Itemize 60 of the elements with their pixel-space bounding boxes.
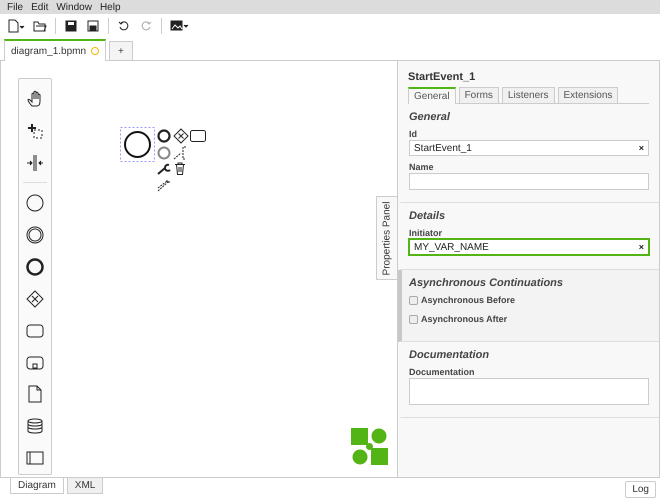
clear-button[interactable]: × xyxy=(638,242,644,252)
clear-button[interactable]: × xyxy=(638,143,644,153)
section-title: Details xyxy=(409,210,446,222)
task-icon[interactable] xyxy=(190,130,206,142)
menu-item[interactable]: Window xyxy=(52,2,96,12)
menu-item[interactable]: File xyxy=(3,2,28,12)
field-label: Documentation xyxy=(409,367,476,377)
checkbox[interactable] xyxy=(409,296,418,304)
space-tool-icon xyxy=(26,154,44,172)
double-circle-icon xyxy=(26,226,44,244)
checkbox-label[interactable]: Asynchronous After xyxy=(409,314,649,324)
undo-icon xyxy=(117,19,131,33)
pool-icon xyxy=(26,449,44,468)
unsaved-dot-icon xyxy=(91,47,100,55)
rounded-rectangle-icon xyxy=(26,322,44,340)
wrench-icon[interactable] xyxy=(157,163,171,175)
properties-tab[interactable]: Forms xyxy=(458,87,499,103)
text-field[interactable]: MY_VAR_NAME × xyxy=(409,239,649,255)
thick-circle-icon xyxy=(26,258,44,276)
selected-start-event[interactable] xyxy=(120,127,156,163)
database-icon xyxy=(26,417,44,436)
diamond-icon xyxy=(26,290,44,308)
log-button[interactable]: Log xyxy=(625,481,656,498)
gateway-icon[interactable] xyxy=(173,128,189,144)
properties-tab[interactable]: General xyxy=(408,87,456,104)
view-tab[interactable]: Diagram xyxy=(10,478,64,494)
menu-item[interactable]: Edit xyxy=(27,2,52,12)
bpmn-logo xyxy=(351,428,388,465)
section-title: General xyxy=(409,111,452,123)
field-label: Initiator xyxy=(409,228,443,238)
view-tab[interactable]: XML xyxy=(66,478,104,494)
diagram-canvas[interactable]: Properties Panel xyxy=(0,61,397,477)
circle-icon xyxy=(26,194,44,212)
save-icon xyxy=(64,19,78,33)
new-file-icon xyxy=(7,19,25,33)
trash-icon[interactable] xyxy=(174,162,186,175)
properties-tab[interactable]: Extensions xyxy=(558,87,618,103)
element-title: StartEvent_1 xyxy=(408,71,476,83)
field-label: Id xyxy=(409,129,418,139)
field-label: Name xyxy=(409,162,435,172)
annotation-icon[interactable] xyxy=(173,146,187,160)
text-field[interactable]: StartEvent_1 × xyxy=(409,140,649,156)
connect-arrow-icon[interactable] xyxy=(157,178,171,192)
file-tab[interactable]: diagram_1.bpmn xyxy=(4,39,106,61)
section-title: Documentation xyxy=(409,349,490,361)
lasso-tool-icon xyxy=(26,122,44,140)
subprocess-icon xyxy=(26,354,44,372)
checkbox[interactable] xyxy=(409,314,418,324)
document-icon xyxy=(26,385,44,404)
section-title: Asynchronous Continuations xyxy=(409,277,564,289)
save-as-icon xyxy=(86,19,100,33)
menu-item[interactable]: Help xyxy=(96,2,125,12)
file-tab[interactable]: + xyxy=(109,41,133,60)
redo-icon xyxy=(139,19,153,33)
properties-panel-toggle[interactable]: Properties Panel xyxy=(376,196,397,280)
properties-tab[interactable]: Listeners xyxy=(502,87,554,103)
end-event-icon[interactable] xyxy=(157,129,171,143)
open-folder-icon xyxy=(33,19,47,33)
image-export-icon xyxy=(170,19,189,33)
checkbox-label[interactable]: Asynchronous Before xyxy=(409,295,649,305)
